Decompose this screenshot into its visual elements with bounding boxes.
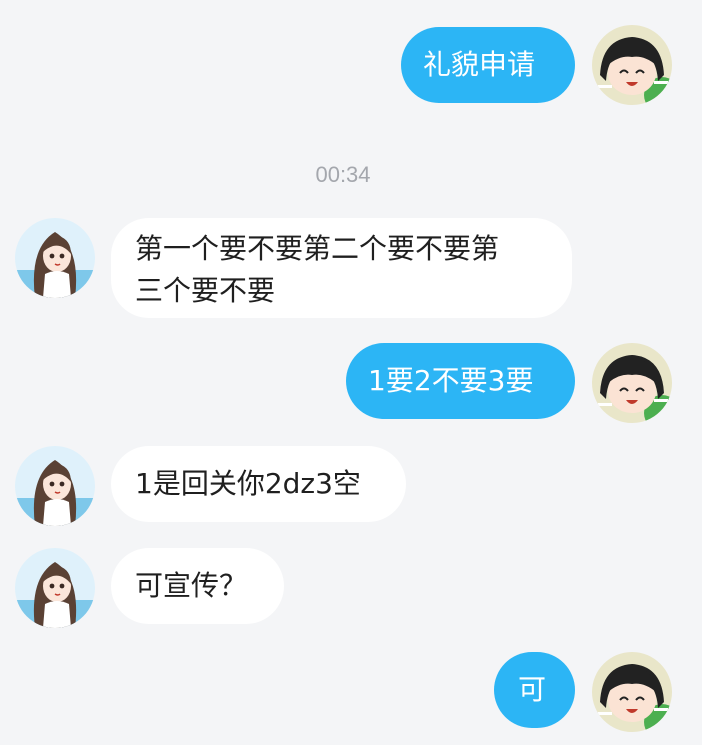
my-avatar-icon[interactable] [592,652,672,732]
message-text: 可宣传？ [135,569,248,602]
contact-avatar-icon[interactable] [15,548,95,628]
message-text: 礼貌申请 [423,48,536,81]
message-bubble-sent[interactable]: 可 [494,652,575,728]
contact-avatar-icon[interactable] [15,446,95,526]
message-bubble-sent[interactable]: 1要2不要3要 [346,343,575,419]
message-text: 1要2不要3要 [368,364,534,397]
message-bubble-sent[interactable]: 礼貌申请 [401,27,575,103]
message-bubble-received[interactable]: 可宣传？ [111,548,284,624]
contact-avatar-icon[interactable] [15,218,95,298]
message-bubble-received[interactable]: 第一个要不要第二个要不要第 三个要不要 [111,218,572,318]
my-avatar-icon[interactable] [592,343,672,423]
message-timestamp: 00:34 [315,162,371,187]
message-text: 可 [518,673,547,706]
message-bubble-received[interactable]: 1是回关你2dz3空 [111,446,406,522]
chat-conversation: 礼貌申请 00:34 第一个要不要第二个要不要第 三个要不要 1要2不要3要 1… [0,0,702,745]
message-text: 1是回关你2dz3空 [135,467,361,500]
message-text-line: 第一个要不要第二个要不要第 [135,232,500,265]
message-text-line: 三个要不要 [135,274,276,307]
my-avatar-icon[interactable] [592,25,672,105]
